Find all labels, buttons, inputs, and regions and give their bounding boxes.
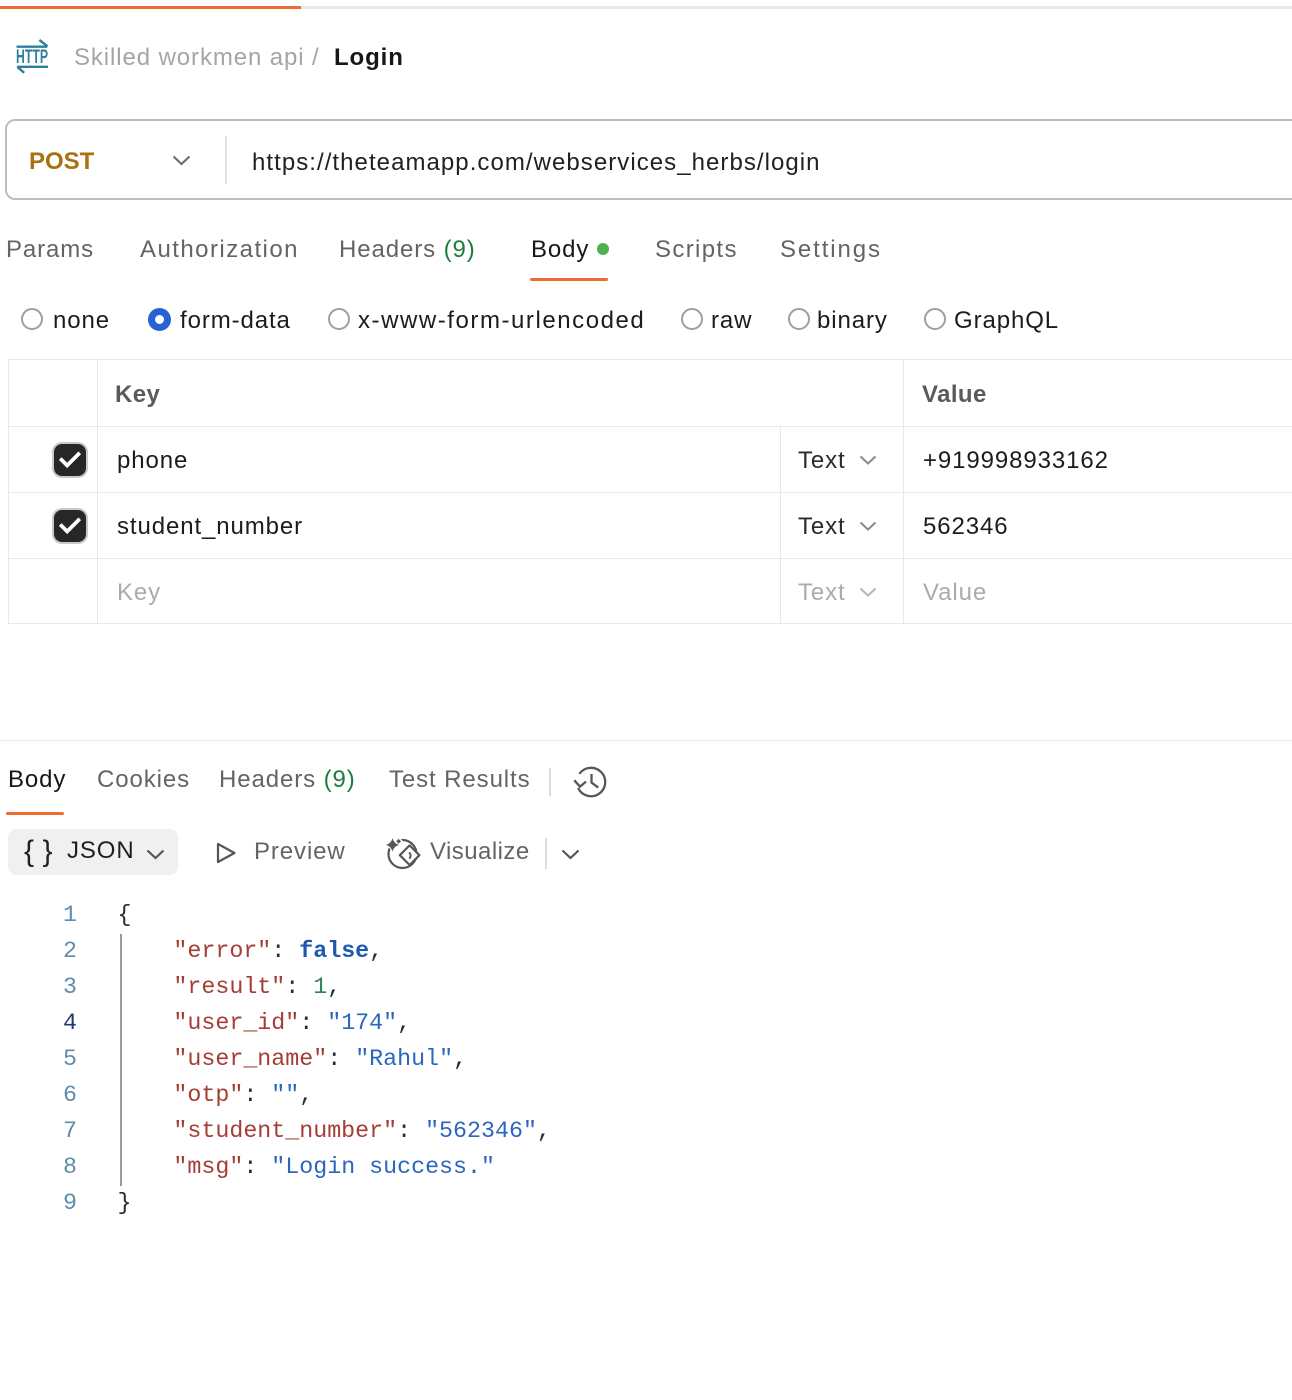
svg-text:HTTP: HTTP: [16, 47, 48, 68]
